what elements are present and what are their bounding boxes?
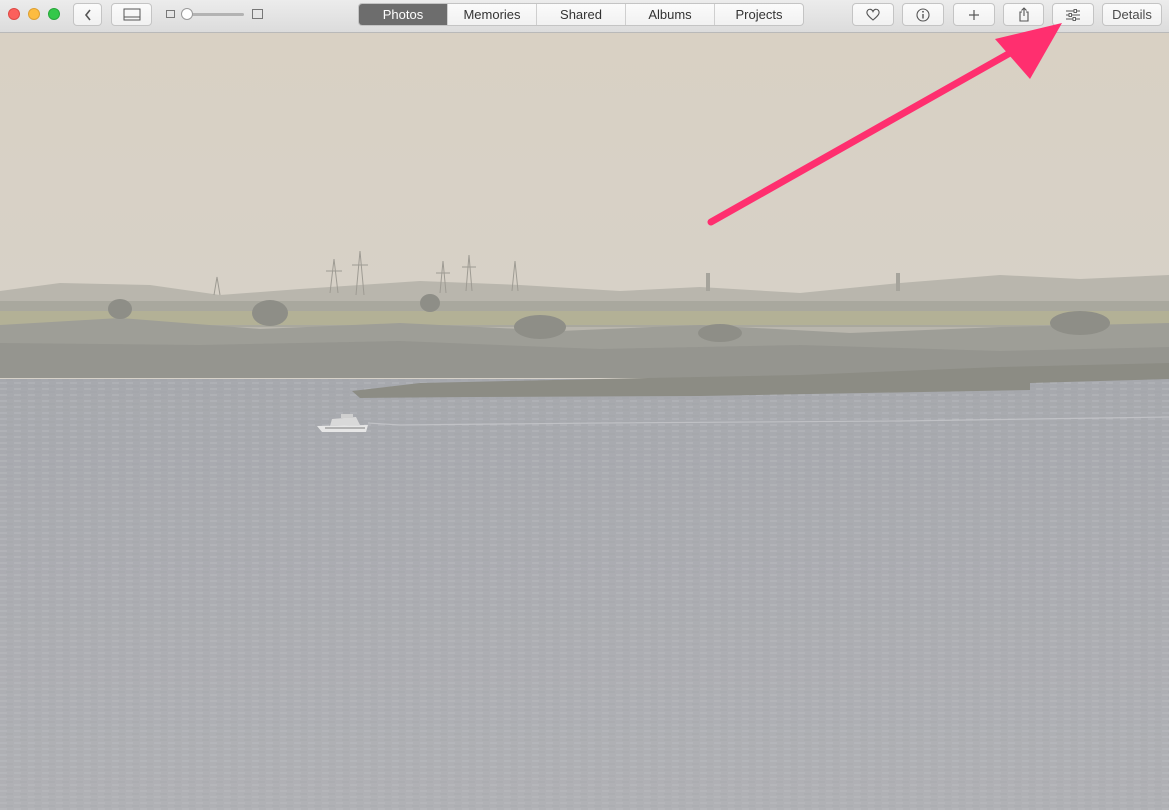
photos-window: Photos Memories Shared Albums Projects D… (0, 0, 1169, 810)
share-icon (1018, 7, 1029, 22)
zoom-slider-knob[interactable] (181, 8, 193, 20)
view-tabs: Photos Memories Shared Albums Projects (358, 3, 804, 26)
tab-memories[interactable]: Memories (447, 4, 536, 25)
heart-icon (866, 8, 880, 21)
tab-shared[interactable]: Shared (536, 4, 625, 25)
plus-icon (969, 9, 979, 20)
sidebar-toggle-button[interactable] (111, 3, 152, 26)
close-window-button[interactable] (8, 8, 20, 20)
landscape-photo (0, 33, 1169, 810)
details-button[interactable]: Details (1102, 3, 1162, 26)
zoom-window-button[interactable] (48, 8, 60, 20)
share-button[interactable] (1003, 3, 1044, 26)
favorite-button[interactable] (852, 3, 894, 26)
large-thumbnail-icon (252, 9, 263, 19)
tab-projects[interactable]: Projects (714, 4, 803, 25)
adjust-icon (1066, 8, 1080, 21)
zoom-slider[interactable] (166, 8, 264, 22)
minimize-window-button[interactable] (28, 8, 40, 20)
sidebar-icon (123, 8, 140, 21)
toolbar: Photos Memories Shared Albums Projects D… (0, 0, 1169, 33)
photo-viewer[interactable] (0, 33, 1169, 810)
info-button[interactable] (902, 3, 944, 26)
tab-photos[interactable]: Photos (359, 4, 447, 25)
tab-albums[interactable]: Albums (625, 4, 714, 25)
small-thumbnail-icon (166, 10, 175, 18)
back-icon (84, 9, 91, 20)
add-button[interactable] (953, 3, 995, 26)
adjust-button[interactable] (1052, 3, 1094, 26)
info-icon (916, 7, 930, 22)
back-button[interactable] (73, 3, 102, 26)
